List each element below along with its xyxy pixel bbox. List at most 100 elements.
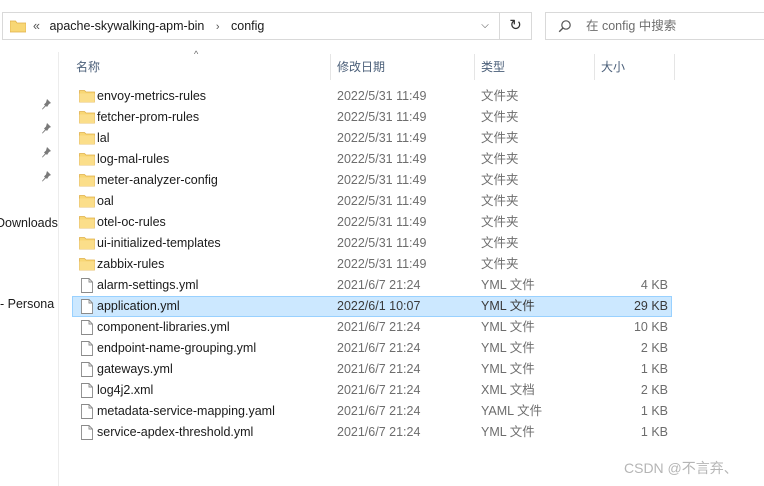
column-header-name[interactable]: 名称: [70, 54, 331, 80]
column-header-type[interactable]: 类型: [475, 54, 595, 80]
file-type: 文件夹: [481, 89, 519, 103]
file-name: zabbix-rules: [97, 257, 165, 271]
file-type: YML 文件: [481, 278, 535, 292]
file-modified-date: 2022/5/31 11:49: [337, 173, 427, 187]
file-icon: [81, 299, 93, 317]
file-type: 文件夹: [481, 236, 519, 250]
file-type: 文件夹: [481, 257, 519, 271]
file-type: 文件夹: [481, 173, 519, 187]
navigation-pane: Downloads - Persona: [0, 52, 59, 486]
breadcrumb-overflow[interactable]: «: [33, 13, 40, 39]
search-input[interactable]: 在 config 中搜索: [586, 13, 676, 39]
file-modified-date: 2021/6/7 21:24: [337, 362, 421, 376]
file-row[interactable]: endpoint-name-grouping.yml 2021/6/7 21:24…: [72, 338, 672, 359]
folder-icon: [79, 89, 95, 106]
nav-item-personal[interactable]: - Persona: [0, 297, 54, 311]
column-header-size[interactable]: 大小: [595, 54, 675, 80]
file-icon: [81, 341, 93, 359]
file-type: YAML 文件: [481, 404, 543, 418]
column-header-modified[interactable]: 修改日期: [331, 54, 475, 80]
breadcrumb-separator[interactable]: ›: [216, 14, 220, 40]
file-modified-date: 2022/5/31 11:49: [337, 236, 427, 250]
file-name: log-mal-rules: [97, 152, 170, 166]
navigation-bar: « apache-skywalking-apm-bin › config ⌵ ↻…: [0, 0, 764, 52]
file-row[interactable]: meter-analyzer-config 2022/5/31 11:49 文件夹: [72, 170, 672, 191]
file-icon: [81, 320, 93, 338]
refresh-button[interactable]: ↻: [500, 12, 532, 40]
file-icon: [81, 362, 93, 380]
file-row[interactable]: alarm-settings.yml 2021/6/7 21:24 YML 文件 4 …: [72, 275, 672, 296]
pin-icon[interactable]: [40, 122, 52, 134]
breadcrumb-item-config[interactable]: config: [231, 13, 264, 39]
file-row[interactable]: otel-oc-rules 2022/5/31 11:49 文件夹: [72, 212, 672, 233]
file-modified-date: 2021/6/7 21:24: [337, 383, 421, 397]
file-row[interactable]: log-mal-rules 2022/5/31 11:49 文件夹: [72, 149, 672, 170]
file-modified-date: 2022/6/1 10:07: [337, 299, 421, 313]
file-name: service-apdex-threshold.yml: [97, 425, 254, 439]
file-row[interactable]: log4j2.xml 2021/6/7 21:24 XML 文档 2 KB: [72, 380, 672, 401]
folder-icon: [79, 215, 95, 232]
file-size: 29 KB: [633, 299, 668, 313]
folder-icon: [79, 194, 95, 211]
file-size: 1 KB: [640, 404, 668, 418]
pin-icon[interactable]: [40, 98, 52, 110]
file-modified-date: 2021/6/7 21:24: [337, 278, 421, 292]
file-name: component-libraries.yml: [97, 320, 230, 334]
refresh-icon: ↻: [509, 17, 522, 34]
file-icon: [81, 278, 93, 296]
file-row[interactable]: envoy-metrics-rules 2022/5/31 11:49 文件夹: [72, 86, 672, 107]
file-type: YML 文件: [481, 362, 535, 376]
file-size: 10 KB: [633, 320, 668, 334]
file-type: YML 文件: [481, 299, 535, 313]
file-row[interactable]: gateways.yml 2021/6/7 21:24 YML 文件 1 KB: [72, 359, 672, 380]
file-name: gateways.yml: [97, 362, 173, 376]
file-row[interactable]: metadata-service-mapping.yaml 2021/6/7 21…: [72, 401, 672, 422]
address-bar[interactable]: « apache-skywalking-apm-bin › config ⌵: [2, 12, 500, 40]
file-modified-date: 2021/6/7 21:24: [337, 320, 421, 334]
folder-icon: [79, 131, 95, 148]
file-modified-date: 2022/5/31 11:49: [337, 131, 427, 145]
file-name: otel-oc-rules: [97, 215, 166, 229]
pin-icon[interactable]: [40, 146, 52, 158]
file-modified-date: 2022/5/31 11:49: [337, 257, 427, 271]
watermark: CSDN @不言弃、: [624, 460, 738, 476]
file-type: 文件夹: [481, 131, 519, 145]
file-size: 4 KB: [640, 278, 668, 292]
file-type: 文件夹: [481, 194, 519, 208]
file-row[interactable]: zabbix-rules 2022/5/31 11:49 文件夹: [72, 254, 672, 275]
file-size: 2 KB: [640, 383, 668, 397]
file-row[interactable]: oal 2022/5/31 11:49 文件夹: [72, 191, 672, 212]
file-name: oal: [97, 194, 114, 208]
pin-icon[interactable]: [40, 170, 52, 182]
file-modified-date: 2022/5/31 11:49: [337, 89, 427, 103]
folder-icon: [79, 257, 95, 274]
file-name: ui-initialized-templates: [97, 236, 221, 250]
file-row[interactable]: ui-initialized-templates 2022/5/31 11:49 文…: [72, 233, 672, 254]
file-modified-date: 2021/6/7 21:24: [337, 404, 421, 418]
file-name: endpoint-name-grouping.yml: [97, 341, 257, 355]
file-type: 文件夹: [481, 110, 519, 124]
file-type: 文件夹: [481, 152, 519, 166]
file-row[interactable]: application.yml 2022/6/1 10:07 YML 文件 29 KB: [72, 296, 672, 317]
nav-item-downloads[interactable]: Downloads: [0, 216, 58, 230]
breadcrumb: « apache-skywalking-apm-bin › config: [33, 13, 264, 39]
folder-icon: [79, 152, 95, 169]
file-modified-date: 2022/5/31 11:49: [337, 194, 427, 208]
file-name: alarm-settings.yml: [97, 278, 199, 292]
search-box[interactable]: 在 config 中搜索: [545, 12, 764, 40]
file-name: fetcher-prom-rules: [97, 110, 200, 124]
file-modified-date: 2022/5/31 11:49: [337, 215, 427, 229]
file-modified-date: 2022/5/31 11:49: [337, 152, 427, 166]
file-modified-date: 2021/6/7 21:24: [337, 341, 421, 355]
file-name: lal: [97, 131, 110, 145]
file-row[interactable]: lal 2022/5/31 11:49 文件夹: [72, 128, 672, 149]
file-type: 文件夹: [481, 215, 519, 229]
address-history-dropdown[interactable]: ⌵: [475, 13, 495, 39]
file-row[interactable]: fetcher-prom-rules 2022/5/31 11:49 文件夹: [72, 107, 672, 128]
file-modified-date: 2021/6/7 21:24: [337, 425, 421, 439]
file-row[interactable]: component-libraries.yml 2021/6/7 21:24 YML…: [72, 317, 672, 338]
folder-icon: [79, 110, 95, 127]
breadcrumb-item-apache-skywalking-apm-bin[interactable]: apache-skywalking-apm-bin: [49, 13, 204, 39]
file-name: envoy-metrics-rules: [97, 89, 207, 103]
file-row[interactable]: service-apdex-threshold.yml 2021/6/7 21:2…: [72, 422, 672, 443]
